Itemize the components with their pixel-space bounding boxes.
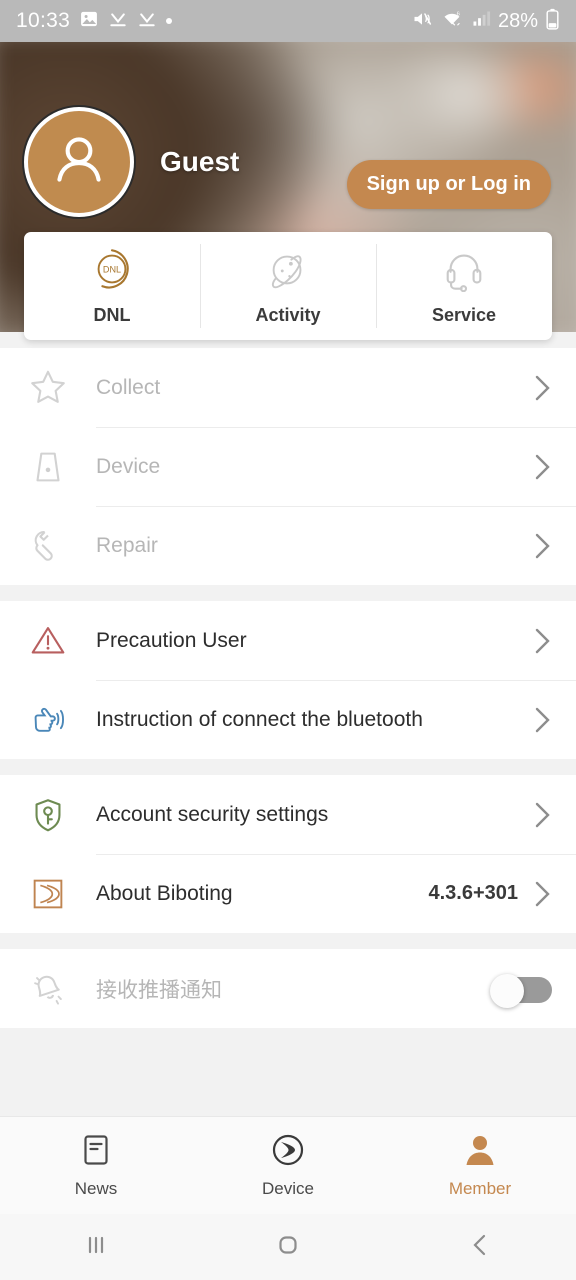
chevron-right-icon: [532, 705, 554, 735]
app-screen: 10:33 6 28% Guest Sign up or Log in DNL …: [0, 0, 576, 1280]
signup-login-button[interactable]: Sign up or Log in: [346, 160, 551, 209]
group-account-shortcuts: Collect Device Repair: [0, 348, 576, 585]
nav-item-label: Member: [448, 1179, 512, 1198]
list-item-account-security[interactable]: Account security settings: [0, 775, 576, 854]
dot-icon: [166, 18, 173, 24]
group-settings: Account security settings About Biboting…: [0, 775, 576, 933]
push-notification-toggle[interactable]: [490, 973, 552, 1008]
download-complete-icon: [137, 9, 157, 34]
list-item-label: About Biboting: [96, 881, 233, 905]
group-notifications: 接收推播通知: [0, 949, 576, 1028]
settings-list: Collect Device Repair Precaution User In…: [0, 332, 576, 1044]
section-gap: [0, 585, 576, 601]
nav-item-member[interactable]: Member: [384, 1132, 576, 1199]
image-icon: [79, 9, 99, 34]
battery-icon: [545, 8, 560, 35]
headset-icon: [441, 246, 487, 297]
svg-text:6: 6: [457, 11, 460, 17]
quick-actions-card: DNL DNL Activity Service: [24, 232, 552, 340]
list-item-repair[interactable]: Repair: [0, 506, 576, 585]
group-help: Precaution User Instruction of connect t…: [0, 601, 576, 759]
status-bar-left: 10:33: [16, 9, 173, 34]
list-item-device[interactable]: Device: [0, 427, 576, 506]
dnl-logo-icon: DNL: [89, 246, 135, 297]
star-icon: [0, 367, 96, 409]
wrench-icon: [0, 525, 96, 567]
wifi-icon: 6: [440, 9, 464, 34]
planet-icon: [265, 246, 311, 297]
list-item-label: Instruction of connect the bluetooth: [96, 707, 423, 731]
recents-icon: [81, 1230, 111, 1265]
status-time: 10:33: [16, 9, 71, 32]
download-complete-icon: [108, 9, 128, 34]
device-lamp-icon: [0, 446, 96, 488]
chevron-right-icon: [532, 452, 554, 482]
quick-action-service[interactable]: Service: [376, 232, 552, 340]
biboting-logo-icon: [0, 873, 96, 915]
home-button[interactable]: [192, 1230, 384, 1265]
chevron-right-icon: [532, 626, 554, 656]
app-version-value: 4.3.6+301: [428, 882, 518, 904]
list-item-collect[interactable]: Collect: [0, 348, 576, 427]
back-icon: [465, 1230, 495, 1265]
chevron-right-icon: [532, 373, 554, 403]
bottom-navigation: News Device Member: [0, 1116, 576, 1214]
list-item-label: Precaution User: [96, 628, 247, 652]
hand-pointer-signal-icon: [0, 699, 96, 741]
section-gap: [0, 933, 576, 949]
chevron-right-icon: [532, 531, 554, 561]
nav-item-device[interactable]: Device: [192, 1132, 384, 1199]
system-navigation-bar: [0, 1214, 576, 1280]
shield-key-icon: [0, 794, 96, 836]
section-gap: [0, 1028, 576, 1044]
back-button[interactable]: [384, 1230, 576, 1265]
list-item-precaution-user[interactable]: Precaution User: [0, 601, 576, 680]
battery-percent: 28%: [497, 9, 538, 32]
news-document-icon: [78, 1132, 114, 1173]
quick-action-label: Service: [431, 305, 497, 325]
page-title: Guest: [160, 146, 240, 177]
list-item-label: Repair: [96, 533, 158, 557]
list-item-label: Collect: [96, 375, 161, 399]
list-item-label: Device: [96, 454, 161, 478]
svg-text:DNL: DNL: [103, 264, 121, 274]
chevron-right-icon: [532, 879, 554, 909]
section-gap: [0, 759, 576, 775]
quick-action-dnl[interactable]: DNL DNL: [24, 232, 200, 340]
chevron-right-icon: [532, 800, 554, 830]
list-item-label: Account security settings: [96, 802, 329, 826]
list-item-push-notifications[interactable]: 接收推播通知: [0, 949, 576, 1028]
device-crescent-icon: [270, 1132, 306, 1173]
bell-off-icon: [0, 968, 96, 1010]
toggle-knob: [490, 973, 524, 1008]
list-item-bluetooth-instruction[interactable]: Instruction of connect the bluetooth: [0, 680, 576, 759]
nav-item-label: Device: [262, 1179, 314, 1198]
list-item-about-biboting[interactable]: About Biboting 4.3.6+301: [0, 854, 576, 933]
quick-action-label: Activity: [255, 305, 321, 325]
nav-item-news[interactable]: News: [0, 1132, 192, 1199]
nav-item-label: News: [74, 1179, 118, 1198]
member-person-icon: [462, 1132, 498, 1173]
mute-icon: [411, 9, 433, 34]
quick-action-activity[interactable]: Activity: [200, 232, 376, 340]
list-item-label: 接收推播通知: [96, 978, 222, 1002]
status-bar-right: 6 28%: [411, 8, 560, 35]
warning-triangle-icon: [0, 620, 96, 662]
recents-button[interactable]: [0, 1230, 192, 1265]
quick-action-label: DNL: [93, 305, 131, 325]
status-bar: 10:33 6 28%: [0, 0, 576, 42]
avatar[interactable]: [24, 107, 134, 217]
cellular-signal-icon: [471, 9, 491, 34]
person-icon: [46, 127, 112, 198]
home-icon: [273, 1230, 303, 1265]
